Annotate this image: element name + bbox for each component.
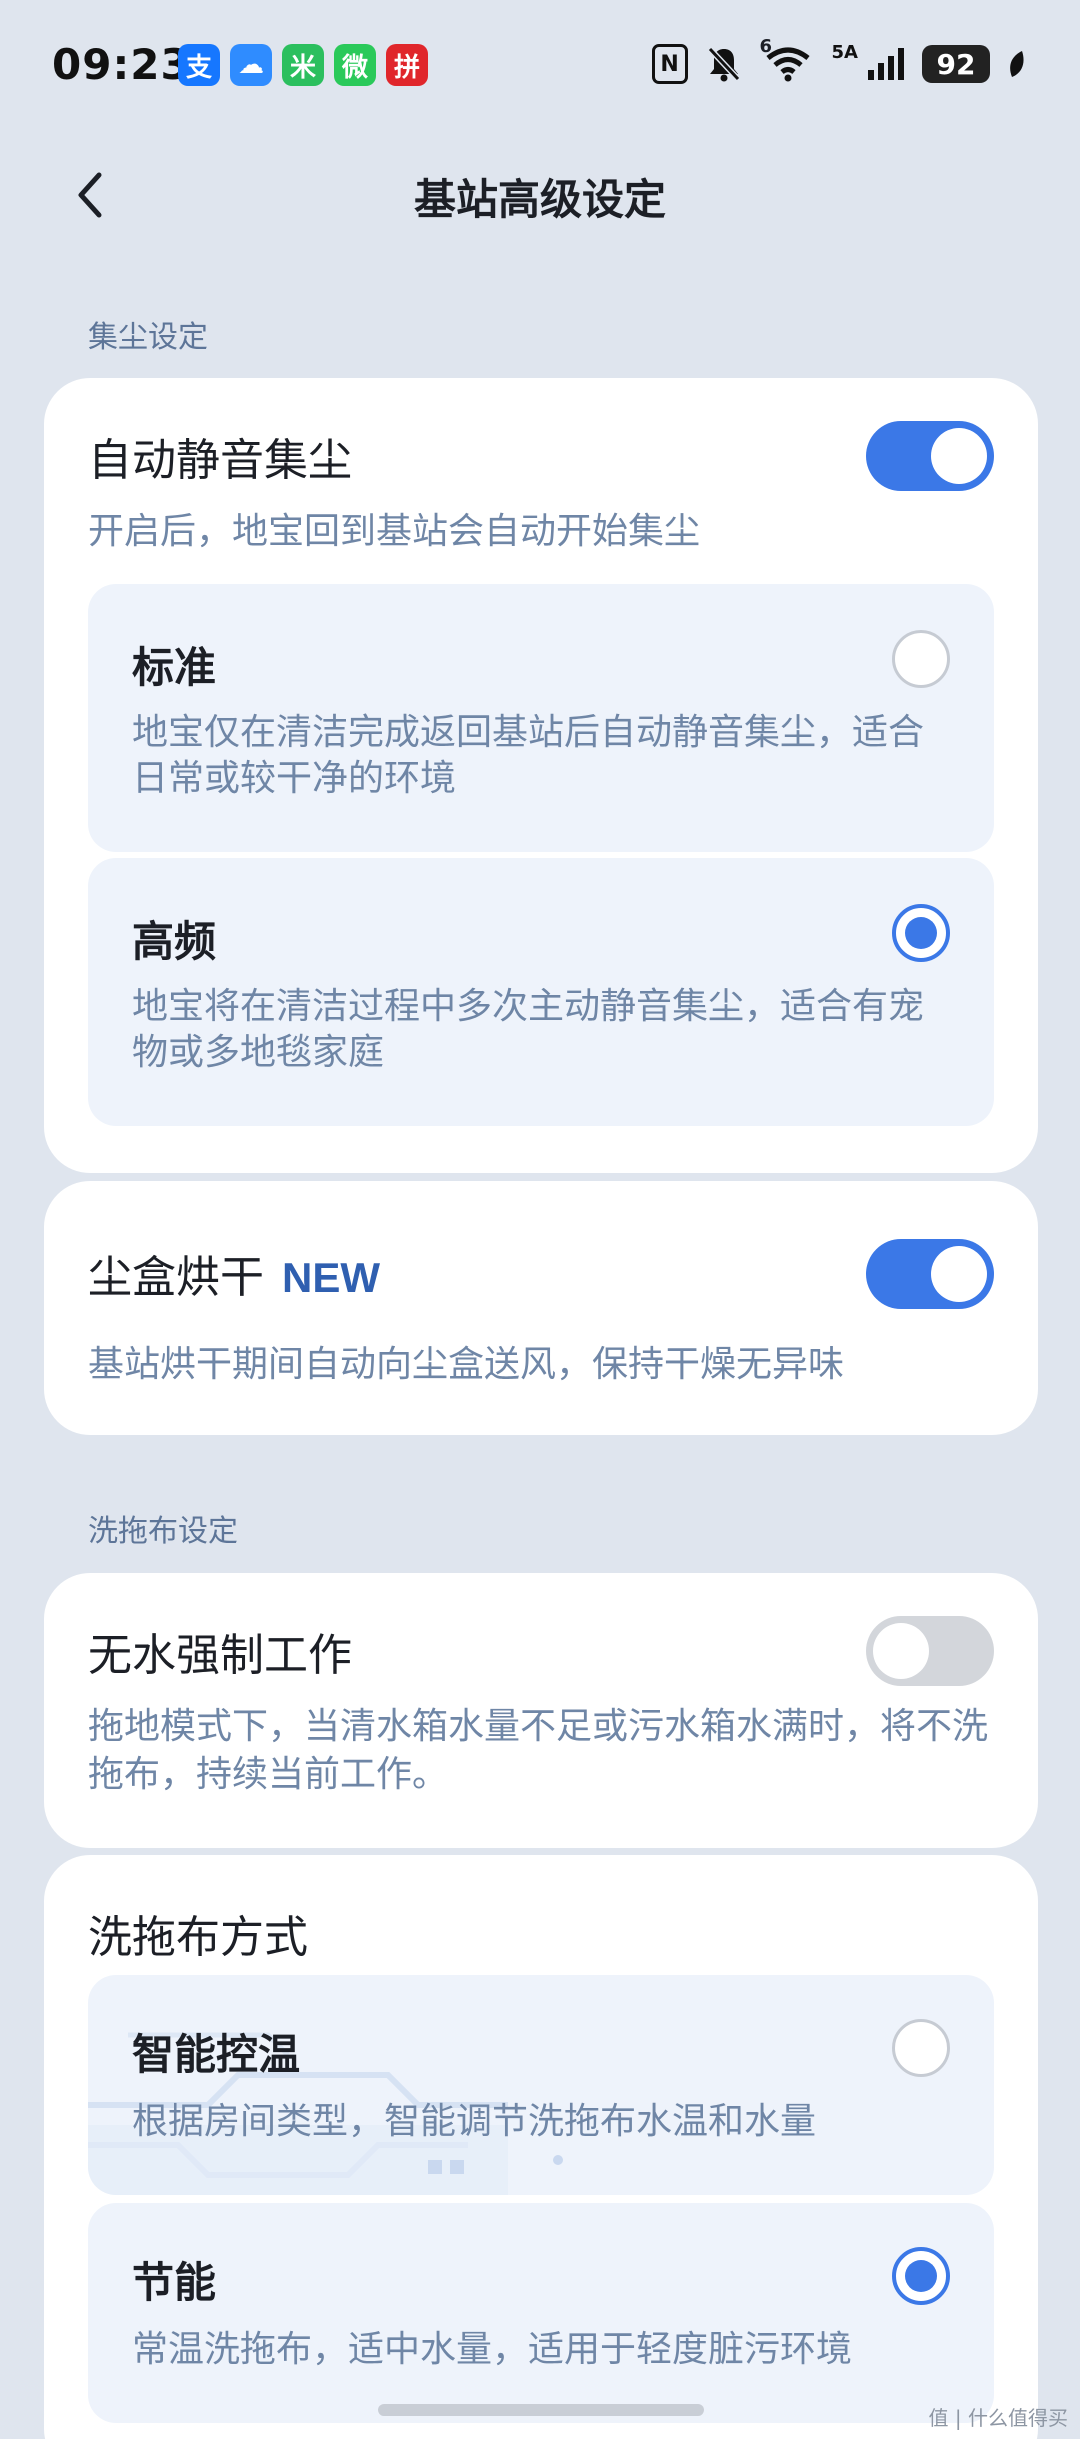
energy-saving-radio[interactable]: [892, 2247, 950, 2305]
new-badge: NEW: [282, 1254, 380, 1301]
no-water-force-work-toggle[interactable]: [866, 1616, 994, 1686]
nfc-icon: N: [651, 44, 688, 84]
option-title: 标准: [132, 643, 217, 692]
option-title: 智能控温: [132, 2030, 301, 2079]
mop-wash-method-card: 洗拖布方式 智能控温 根据房间类型，智能调节洗拖布水温和水量 节能 常温洗拖布，…: [44, 1855, 1038, 2439]
status-bar: 09:23 支 ☁ 米 微 拼 N 6 5A 92: [0, 0, 1080, 130]
mop-wash-method-title: 洗拖布方式: [88, 1912, 308, 1963]
high-frequency-radio[interactable]: [892, 904, 950, 962]
section-label-mop: 洗拖布设定: [88, 1514, 238, 1549]
dust-option-standard[interactable]: 标准 地宝仅在清洁完成返回基站后自动静音集尘，适合日常或较干净的环境: [88, 584, 994, 852]
system-icons: N 6 5A 92: [651, 36, 1028, 84]
option-desc: 根据房间类型，智能调节洗拖布水温和水量: [132, 2101, 817, 2142]
home-indicator[interactable]: [378, 2404, 704, 2416]
wifi-icon: 6: [760, 36, 816, 84]
toggle-knob: [931, 1246, 987, 1302]
watermark: 值 | 什么值得买: [928, 2406, 1068, 2430]
section-label-dust: 集尘设定: [88, 320, 208, 355]
battery-indicator: 92: [922, 45, 990, 83]
wechat-icon: 微: [334, 44, 376, 86]
auto-quiet-dust-card: 自动静音集尘 开启后，地宝回到基站会自动开始集尘 标准 地宝仅在清洁完成返回基站…: [44, 378, 1038, 1173]
alipay-icon: 支: [178, 44, 220, 86]
leaf-icon: [1006, 49, 1028, 79]
toggle-knob: [931, 428, 987, 484]
no-water-force-work-desc: 拖地模式下，当清水箱水量不足或污水箱水满时，将不洗拖布，持续当前工作。: [88, 1706, 989, 1795]
circuit-pattern-icon: [88, 2032, 563, 2195]
option-title: 高频: [132, 917, 217, 966]
page-title: 基站高级设定: [413, 175, 666, 224]
dust-box-dry-title-row: 尘盒烘干 NEW: [88, 1241, 380, 1305]
page-header: 基站高级设定: [0, 140, 1080, 250]
mute-bell-icon: [704, 44, 744, 84]
no-water-force-work-card: 无水强制工作 拖地模式下，当清水箱水量不足或污水箱水满时，将不洗拖布，持续当前工…: [44, 1573, 1038, 1848]
option-desc: 常温洗拖布，适中水量，适用于轻度脏污环境: [132, 2329, 853, 2370]
option-desc: 地宝将在清洁过程中多次主动静音集尘，适合有宠物或多地毯家庭: [132, 986, 925, 1073]
dust-box-dry-title: 尘盒烘干: [88, 1252, 264, 1303]
wash-option-smart-temp[interactable]: 智能控温 根据房间类型，智能调节洗拖布水温和水量: [88, 1975, 994, 2195]
auto-quiet-dust-title: 自动静音集尘: [88, 435, 352, 486]
dust-box-dry-desc: 基站烘干期间自动向尘盒送风，保持干燥无异味: [88, 1344, 845, 1385]
dust-option-high-frequency[interactable]: 高频 地宝将在清洁过程中多次主动静音集尘，适合有宠物或多地毯家庭: [88, 858, 994, 1126]
weather-icon: ☁: [230, 44, 272, 86]
auto-quiet-dust-toggle[interactable]: [866, 421, 994, 491]
no-water-force-work-title: 无水强制工作: [88, 1630, 352, 1681]
mi-home-icon: 米: [282, 44, 324, 86]
cell-signal-icon: [866, 44, 906, 84]
option-desc: 地宝仅在清洁完成返回基站后自动静音集尘，适合日常或较干净的环境: [132, 712, 925, 799]
wifi-6-label: 6: [759, 36, 773, 57]
toggle-knob: [873, 1623, 929, 1679]
network-5a-label: 5A: [831, 41, 858, 63]
smart-temp-radio[interactable]: [892, 2019, 950, 2077]
standard-radio[interactable]: [892, 630, 950, 688]
dust-box-dry-toggle[interactable]: [866, 1239, 994, 1309]
wash-option-energy-saving[interactable]: 节能 常温洗拖布，适中水量，适用于轻度脏污环境: [88, 2203, 994, 2423]
notification-app-icons: 支 ☁ 米 微 拼: [178, 44, 428, 86]
dust-box-dry-card: 尘盒烘干 NEW 基站烘干期间自动向尘盒送风，保持干燥无异味: [44, 1181, 1038, 1435]
auto-quiet-dust-desc: 开启后，地宝回到基站会自动开始集尘: [88, 511, 701, 552]
pinduoduo-icon: 拼: [386, 44, 428, 86]
status-time: 09:23: [52, 40, 191, 89]
option-title: 节能: [132, 2258, 217, 2307]
